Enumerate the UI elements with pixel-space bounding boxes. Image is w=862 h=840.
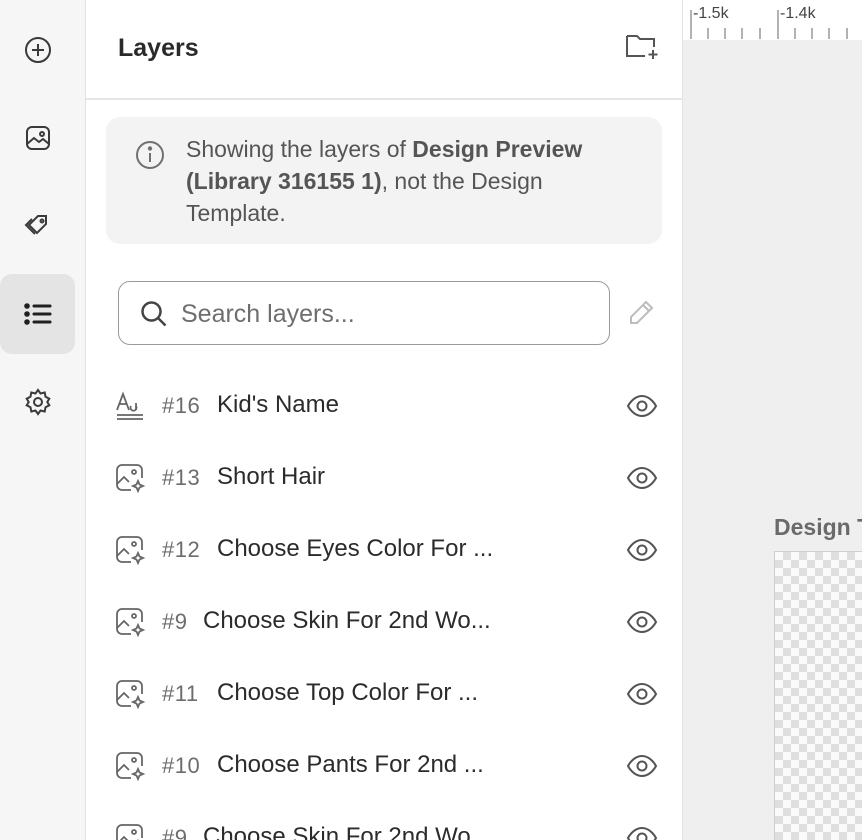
eye-icon[interactable] xyxy=(626,750,658,782)
layer-name: Choose Skin For 2nd Wo... xyxy=(203,607,491,634)
notice-text-pre: Showing the layers of xyxy=(186,136,413,162)
info-icon xyxy=(136,141,164,169)
images-button[interactable] xyxy=(0,98,75,178)
layer-number: #9 xyxy=(162,609,188,634)
text-icon xyxy=(116,391,143,420)
panel-header: Layers xyxy=(86,0,683,100)
settings-button[interactable] xyxy=(0,362,75,442)
horizontal-ruler: -1.5k -1.4k xyxy=(683,0,862,40)
eye-icon[interactable] xyxy=(626,822,658,840)
layers-panel: Layers Showing the layers of Design Prev… xyxy=(86,0,683,840)
layer-number: #13 xyxy=(162,465,201,490)
eye-icon[interactable] xyxy=(626,606,658,638)
layers-list-icon xyxy=(23,303,51,325)
layers-button[interactable] xyxy=(0,274,75,354)
notice-text: Showing the layers of Design Preview (Li… xyxy=(186,133,646,229)
artboard[interactable] xyxy=(774,551,862,840)
layer-name: Choose Skin For 2nd Wo... xyxy=(203,823,491,840)
layer-number: #11 xyxy=(162,681,199,706)
layer-name: Choose Top Color For ... xyxy=(217,679,479,706)
new-folder-icon[interactable] xyxy=(624,30,660,62)
image-sparkle-icon xyxy=(116,824,143,840)
layer-row[interactable]: #13 Short Hair xyxy=(86,441,683,513)
ruler-label: -1.5k xyxy=(693,5,729,22)
eye-icon[interactable] xyxy=(626,390,658,422)
eye-icon[interactable] xyxy=(626,678,658,710)
layer-name: Choose Pants For 2nd ... xyxy=(217,751,484,778)
layer-number: #16 xyxy=(162,393,201,418)
tool-rail xyxy=(0,0,86,840)
ruler-label: -1.4k xyxy=(780,5,816,22)
pencil-icon[interactable] xyxy=(626,298,656,328)
layer-row[interactable]: #10 Choose Pants For 2nd ... xyxy=(86,729,683,801)
layer-name: Short Hair xyxy=(217,463,326,490)
layer-row[interactable]: #12 Choose Eyes Color For ... xyxy=(86,513,683,585)
layer-name: Kid's Name xyxy=(217,391,339,418)
layer-row[interactable]: #16 Kid's Name xyxy=(86,369,683,441)
image-sparkle-icon xyxy=(116,464,146,494)
eye-icon[interactable] xyxy=(626,462,658,494)
panel-title: Layers xyxy=(118,34,199,62)
layer-number: #12 xyxy=(162,537,201,562)
image-sparkle-icon xyxy=(116,680,146,710)
layer-number: #9 xyxy=(162,825,188,840)
layer-row[interactable]: #9 Choose Skin For 2nd Wo... xyxy=(86,801,683,840)
image-sparkle-icon xyxy=(116,536,146,566)
search-icon xyxy=(141,301,167,327)
layer-number: #10 xyxy=(162,753,201,778)
design-label: Design T xyxy=(774,514,862,540)
settings-icon xyxy=(24,388,51,416)
image-sparkle-icon xyxy=(116,608,146,638)
tags-button[interactable] xyxy=(0,186,75,266)
design-canvas[interactable]: -1.5k -1.4k Design T xyxy=(683,0,862,840)
add-icon xyxy=(24,37,51,63)
add-button[interactable] xyxy=(0,10,75,90)
image-sparkle-icon xyxy=(116,752,146,782)
layer-row[interactable]: #11 Choose Top Color For ... xyxy=(86,657,683,729)
tags-icon xyxy=(24,215,47,235)
eye-icon[interactable] xyxy=(626,534,658,566)
search-box xyxy=(118,281,610,345)
layer-name: Choose Eyes Color For ... xyxy=(217,535,494,562)
info-notice: Showing the layers of Design Preview (Li… xyxy=(106,117,662,244)
image-icon xyxy=(25,126,50,150)
search-input[interactable] xyxy=(181,294,591,334)
layer-row[interactable]: #9 Choose Skin For 2nd Wo... xyxy=(86,585,683,657)
